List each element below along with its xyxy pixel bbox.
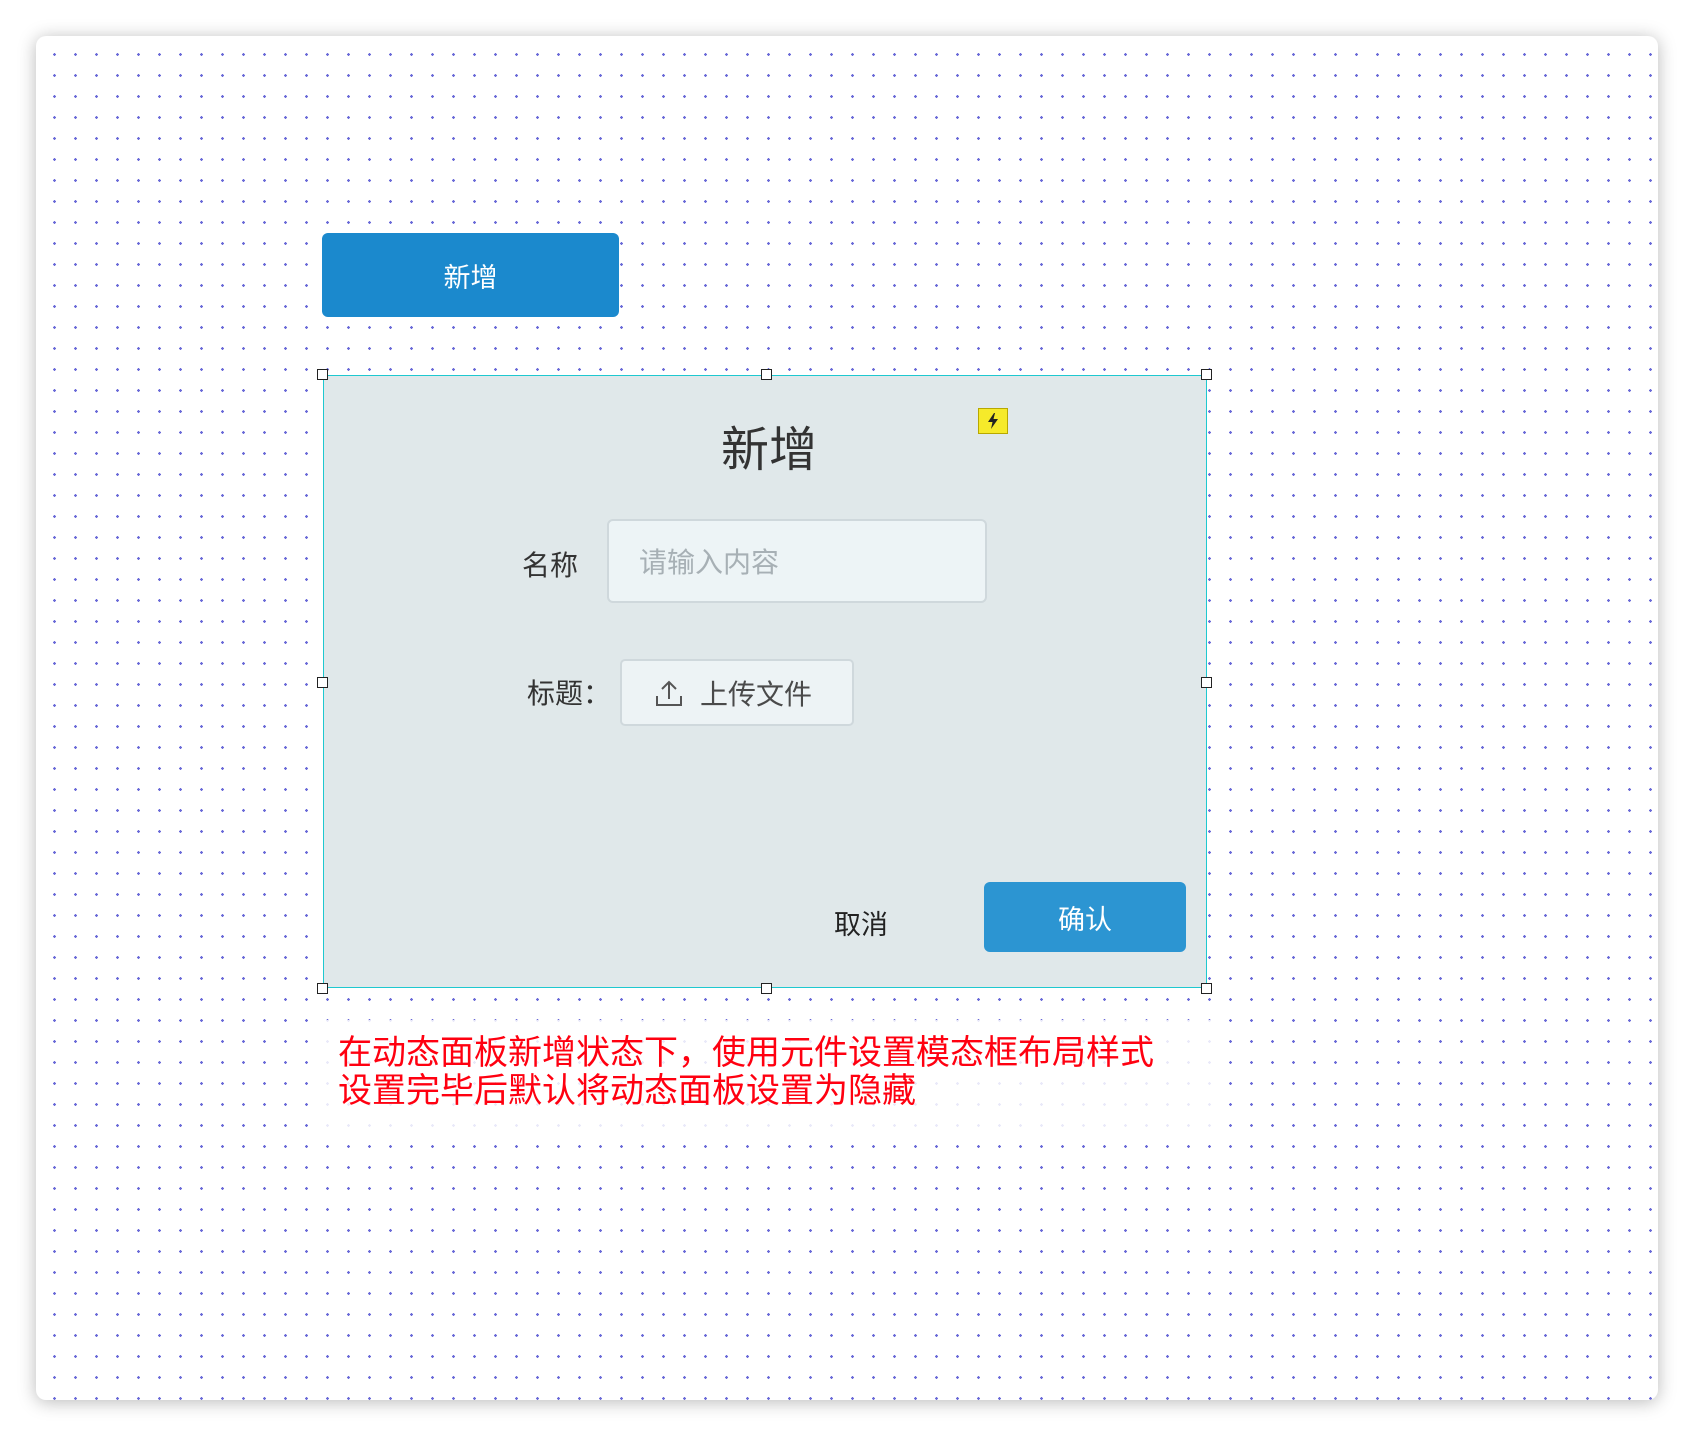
upload-file-button[interactable]: 上传文件 bbox=[620, 659, 854, 726]
resize-handle-bottom-right[interactable] bbox=[1201, 983, 1212, 994]
dynamic-panel-modal[interactable]: 新增 名称 请输入内容 标题： 上传文件 取消 确认 bbox=[323, 375, 1207, 988]
name-input[interactable]: 请输入内容 bbox=[607, 519, 987, 603]
resize-handle-top-right[interactable] bbox=[1201, 369, 1212, 380]
cancel-button[interactable]: 取消 bbox=[834, 903, 888, 942]
title-label: 标题： bbox=[527, 677, 612, 710]
name-label: 名称 bbox=[522, 549, 579, 582]
lightning-icon[interactable] bbox=[978, 408, 1008, 434]
resize-handle-top-center[interactable] bbox=[761, 369, 772, 380]
resize-handle-middle-left[interactable] bbox=[317, 677, 328, 688]
resize-handle-top-left[interactable] bbox=[317, 369, 328, 380]
add-button[interactable]: 新增 bbox=[322, 233, 619, 317]
annotation-line-1: 在动态面板新增状态下，使用元件设置模态框布局样式 bbox=[338, 1033, 1154, 1073]
resize-handle-bottom-center[interactable] bbox=[761, 983, 772, 994]
upload-file-label: 上传文件 bbox=[700, 677, 813, 711]
name-input-placeholder: 请输入内容 bbox=[639, 546, 780, 579]
resize-handle-bottom-left[interactable] bbox=[317, 983, 328, 994]
resize-handle-middle-right[interactable] bbox=[1201, 677, 1212, 688]
lightning-icon-glyph bbox=[988, 413, 998, 429]
annotation-line-2: 设置完毕后默认将动态面板设置为隐藏 bbox=[338, 1071, 916, 1111]
confirm-button[interactable]: 确认 bbox=[984, 882, 1186, 952]
upload-icon bbox=[656, 680, 682, 706]
modal-title: 新增 bbox=[720, 422, 817, 478]
annotation-note: 在动态面板新增状态下，使用元件设置模态框布局样式 设置完毕后默认将动态面板设置为… bbox=[318, 1020, 1226, 1130]
